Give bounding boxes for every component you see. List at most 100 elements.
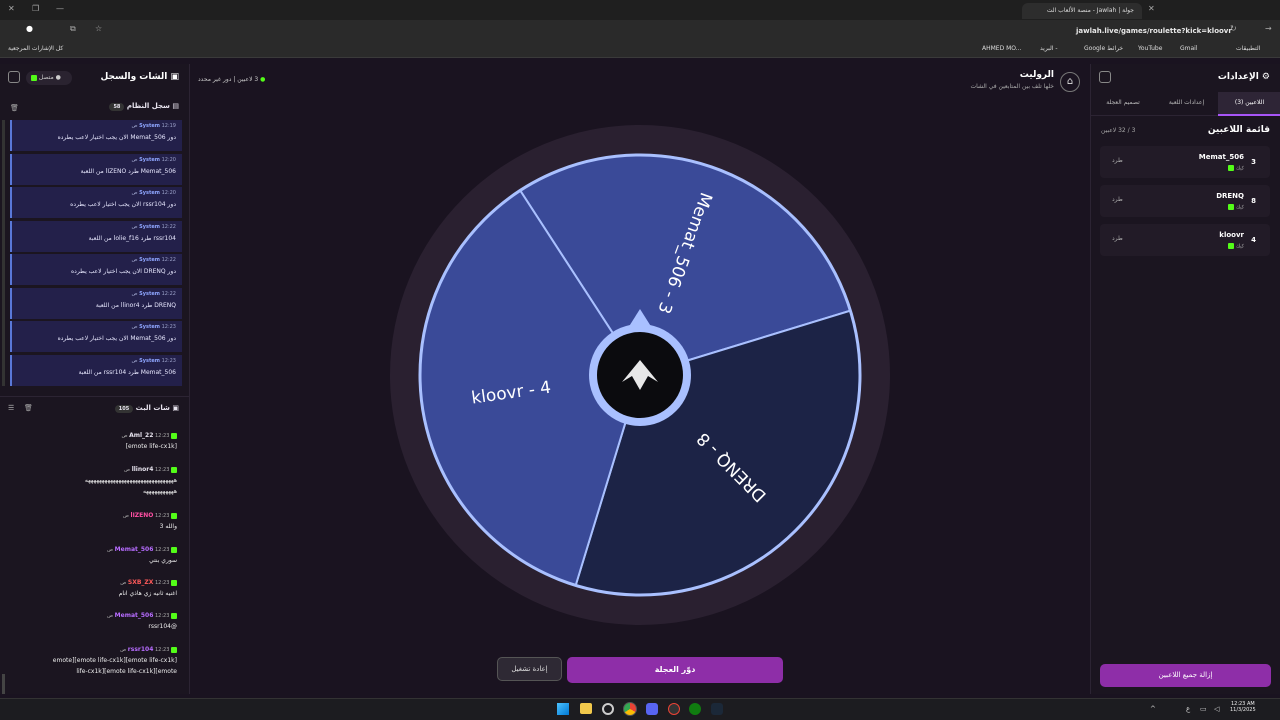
restart-button[interactable]: إعادة تشغيل: [497, 657, 562, 681]
menu-icon[interactable]: ☰: [8, 404, 14, 412]
player-row[interactable]: 4 kloovr كيك طرد: [1100, 224, 1270, 256]
remove-all-players-button[interactable]: إزالة جميع اللاعبين: [1100, 664, 1271, 687]
log-scrollbar[interactable]: [2, 120, 5, 386]
tray-chevron-icon[interactable]: ^: [1150, 705, 1156, 713]
xbox-icon[interactable]: [689, 703, 701, 715]
player-platform: كيك: [1228, 204, 1244, 211]
language-indicator[interactable]: ع: [1186, 705, 1190, 713]
kick-badge-icon: [171, 432, 177, 439]
url-field[interactable]: jawlah.live/games/roulette?kick=kloovr: [1076, 27, 1232, 35]
restore-window-icon[interactable]: ❐: [32, 4, 39, 13]
back-icon[interactable]: →: [1265, 24, 1272, 33]
settings-tabs: اللاعبين (3) إعدادات اللعبة تصميم العجلة: [1091, 92, 1280, 116]
bookmark-mail[interactable]: البريد -: [1040, 45, 1058, 52]
system-log-item: System 12:23 ص Memat_506 طرد rssr104 من ا…: [10, 354, 182, 386]
minimize-window-icon[interactable]: —: [56, 4, 64, 13]
system-log-item: System 12:22 ص دور DRENQ الان يجب اختيار …: [10, 254, 182, 285]
active-tab[interactable]: جولة | Jawlah - منصة الألعاب الت: [1022, 3, 1142, 19]
chat-header: Memat_506 12:23 ص: [2, 546, 177, 553]
extensions-icon[interactable]: ⧉: [70, 24, 76, 34]
chat-header: rssr104 12:23 ص: [2, 646, 177, 653]
system-log-header: ▤ سجل النظام 58: [109, 102, 179, 111]
collapse-panel-icon[interactable]: [1099, 71, 1111, 83]
bookmark-ahmed[interactable]: AHMED MO...: [982, 45, 1022, 52]
tab-players[interactable]: اللاعبين (3): [1218, 92, 1280, 116]
page-title: الروليت: [1019, 70, 1054, 80]
log-sender: System: [139, 190, 160, 196]
log-message: DRENQ طرد llinor4 من اللعبة: [95, 301, 176, 309]
kick-player-button[interactable]: طرد: [1112, 235, 1123, 242]
reload-icon[interactable]: ↻: [1230, 24, 1237, 33]
steam-store-icon[interactable]: [711, 703, 723, 715]
kick-player-button[interactable]: طرد: [1112, 196, 1123, 203]
chat-header: lIZENO 12:23 ص: [2, 512, 177, 519]
log-meta: System 12:20 ص: [132, 190, 176, 196]
bookmark-gmail[interactable]: Gmail: [1180, 45, 1198, 52]
chat-username[interactable]: rssr104: [128, 646, 154, 653]
app-icon[interactable]: [668, 703, 680, 715]
kick-badge-icon: [1228, 204, 1235, 210]
tab-close-icon[interactable]: ✕: [1148, 4, 1155, 13]
system-log-item: System 12:19 ص دور Memat_506 الان يجب اخت…: [10, 120, 182, 151]
file-explorer-icon[interactable]: [580, 703, 592, 714]
steam-icon[interactable]: [602, 703, 614, 715]
spin-button[interactable]: دوّر العجلة: [567, 657, 783, 683]
kick-badge-icon: [171, 646, 177, 653]
player-row[interactable]: 3 Memat_506 كيك طرد: [1100, 146, 1270, 178]
system-log-title: سجل النظام: [126, 102, 170, 110]
tab-wheel-design[interactable]: تصميم العجلة: [1091, 92, 1155, 116]
chat-username[interactable]: Aml_22: [129, 432, 153, 439]
discord-icon[interactable]: [646, 703, 658, 715]
trash-icon[interactable]: 🗑: [24, 404, 33, 412]
tab-game-settings[interactable]: إعدادات اللعبة: [1155, 92, 1218, 116]
live-chat-count: 105: [114, 405, 134, 413]
system-log-item: System 12:20 ص دور rssr104 الان يجب اختيا…: [10, 187, 182, 218]
log-message: دور rssr104 الان يجب اختيار لاعب يطرده: [70, 201, 176, 208]
close-window-icon[interactable]: ✕: [8, 4, 15, 13]
collapse-panel-icon[interactable]: [8, 71, 20, 83]
roulette-wheel[interactable]: Memat_506 - 3DRENQ - 8kloovr - 4: [390, 120, 890, 630]
round-status: ● 3 لاعبين | دور غير محدد: [198, 76, 266, 83]
bookmark-star-icon[interactable]: ☆: [95, 24, 102, 33]
player-platform-label: كيك: [1235, 243, 1244, 250]
log-sender: System: [139, 257, 160, 263]
profile-icon[interactable]: ●: [26, 24, 33, 33]
divider: [0, 396, 190, 397]
chat-username[interactable]: llinor4: [132, 466, 154, 473]
bookmark-all[interactable]: كل الإشارات المرجعية: [8, 45, 63, 52]
chat-header: SXB_ZX 12:23 ص: [2, 579, 177, 586]
clock[interactable]: 12:23 AM 11/3/2025: [1230, 701, 1256, 713]
chat-text: اغنيه ثانيه زي هاذي انام: [118, 590, 177, 597]
home-icon[interactable]: ⌂: [1060, 72, 1080, 92]
kick-player-button[interactable]: طرد: [1112, 157, 1123, 164]
network-icon[interactable]: ▭: [1200, 705, 1207, 713]
bookmark-maps[interactable]: Google خرائط: [1084, 45, 1123, 52]
log-meta: System 12:23 ص: [132, 358, 176, 364]
chat-scrollbar[interactable]: [2, 674, 5, 694]
log-meta: System 12:19 ص: [132, 123, 176, 129]
chat-username[interactable]: Memat_506: [115, 612, 154, 619]
live-chat-title: شات البث: [135, 404, 170, 412]
clock-date: 11/3/2025: [1230, 707, 1256, 713]
taskbar: ^ ع ▭ ◁ 12:23 AM 11/3/2025: [0, 698, 1280, 720]
bookmarks-bar: التطبيقات Gmail YouTube Google خرائط الب…: [0, 42, 1280, 58]
chrome-icon[interactable]: [623, 702, 637, 716]
bookmark-youtube[interactable]: YouTube: [1138, 45, 1162, 52]
kick-badge-icon: [1228, 243, 1235, 249]
chat-username[interactable]: SXB_ZX: [128, 579, 154, 586]
chat-username[interactable]: Memat_506: [115, 546, 154, 553]
trash-icon[interactable]: 🗑: [10, 104, 19, 112]
player-row[interactable]: 8 DRENQ كيك طرد: [1100, 185, 1270, 217]
chat-text: [emote life-cx1k]: [125, 443, 177, 450]
chat-text: life-cx1k][emote life-cx1k][emote: [76, 668, 177, 675]
volume-icon[interactable]: ◁: [1214, 705, 1219, 713]
chat-message: SXB_ZX 12:23 ص اغنيه ثانيه زي هاذي انام: [2, 579, 177, 597]
windows-start-icon[interactable]: [557, 703, 569, 715]
chat-username[interactable]: lIZENO: [131, 512, 154, 519]
bookmark-apps[interactable]: التطبيقات: [1236, 45, 1260, 52]
chat-header: Aml_22 12:23 ص: [2, 432, 177, 439]
browser-tab-bar: ✕ ❐ — + جولة | Jawlah - منصة الألعاب الت…: [0, 0, 1280, 20]
system-log-item: System 12:22 ص DRENQ طرد llinor4 من اللعب…: [10, 287, 182, 319]
player-number: 4: [1251, 236, 1256, 244]
player-name: Memat_506: [1198, 153, 1244, 161]
